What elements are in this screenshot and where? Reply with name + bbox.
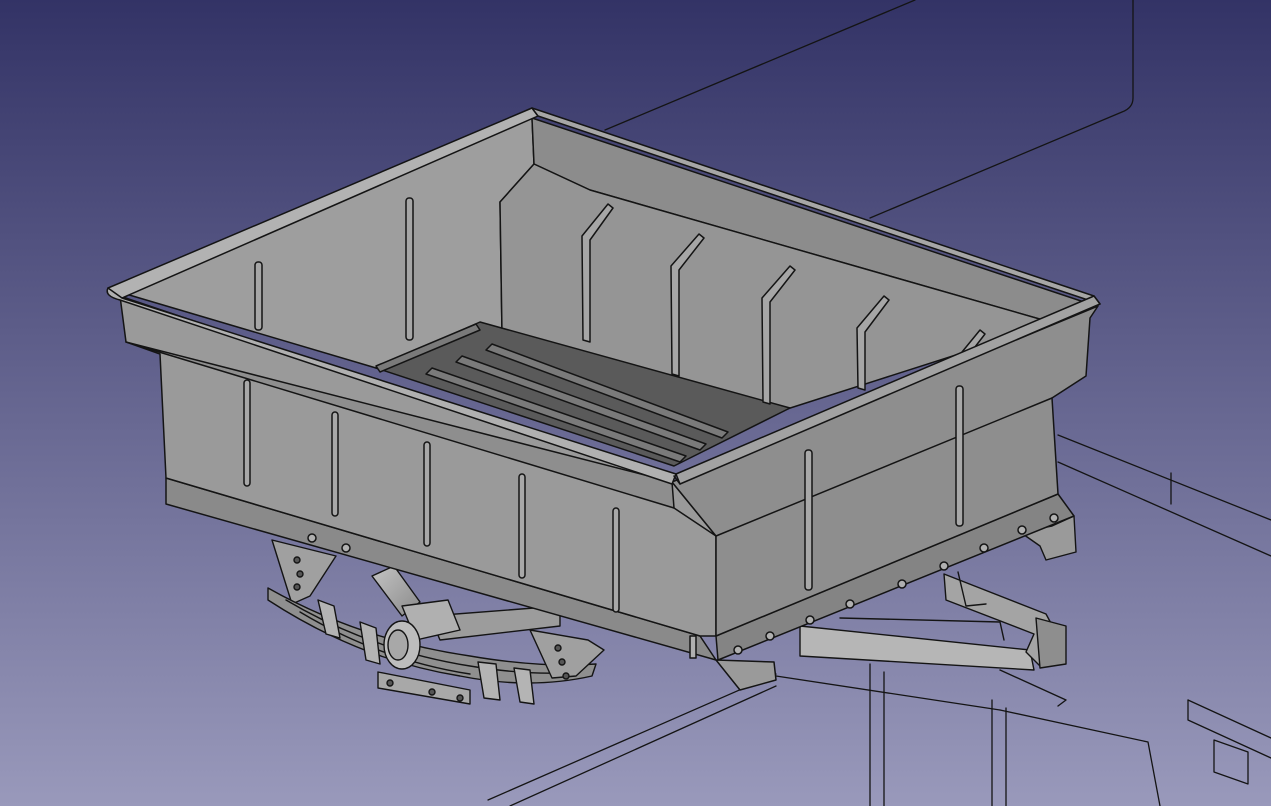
3d-viewport[interactable] [0,0,1271,806]
3d-scene[interactable] [0,0,1271,806]
